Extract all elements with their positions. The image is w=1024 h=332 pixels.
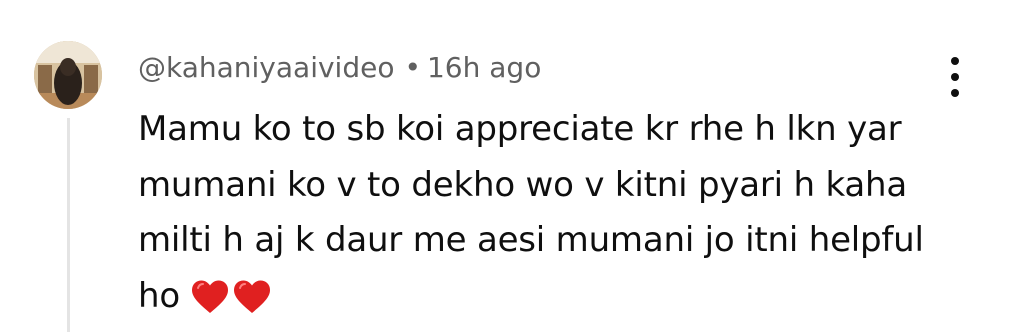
avatar[interactable] — [34, 41, 102, 109]
heart-emojis — [190, 277, 274, 332]
avatar-image — [34, 41, 102, 109]
red-heart-icon — [191, 280, 228, 313]
comment-line: Mamu ko to sb koi appreciate kr rhe h lk… — [138, 109, 902, 149]
comment-line-last: ho — [138, 269, 958, 332]
vertical-ellipsis-icon-dot — [951, 89, 959, 97]
author-handle[interactable]: @kahaniyaaivideo — [138, 51, 394, 84]
comment-body: Mamu ko to sb koi appreciate kr rhe h lk… — [138, 102, 958, 332]
vertical-ellipsis-icon — [951, 57, 959, 65]
more-options-button[interactable] — [940, 57, 970, 97]
comment-line: mumani ko v to dekho wo v kitni pyari h … — [138, 164, 907, 205]
comment-item: @kahaniyaaivideo • 16h ago Mamu ko to sb k… — [0, 0, 1024, 332]
vertical-ellipsis-icon-dot — [951, 73, 959, 81]
thread-line — [67, 118, 70, 332]
comment-line: ho — [138, 275, 180, 316]
comment-meta: @kahaniyaaivideo • 16h ago — [138, 48, 541, 88]
red-heart-icon — [233, 280, 270, 313]
meta-separator: • — [404, 51, 421, 84]
comment-timestamp[interactable]: 16h ago — [427, 51, 541, 84]
comment-line: milti h aj k daur me aesi mumani jo itni… — [138, 220, 924, 260]
